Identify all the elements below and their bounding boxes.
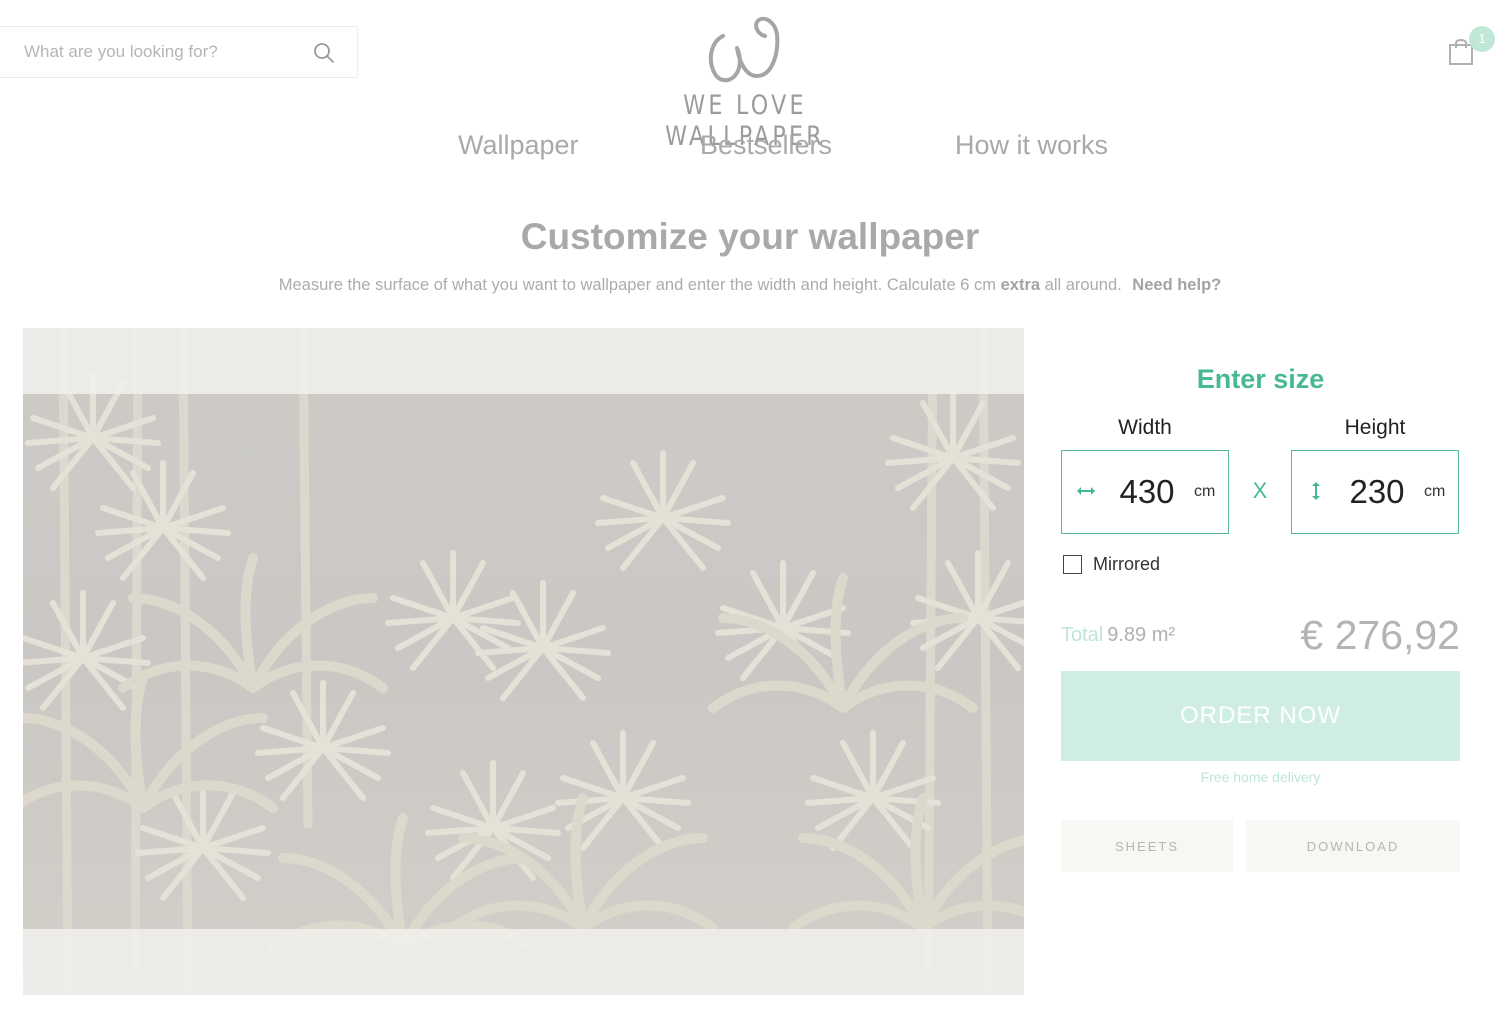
main-nav: Wallpaper Bestsellers How it works	[0, 128, 1500, 168]
nav-item-bestsellers[interactable]: Bestsellers	[700, 130, 832, 161]
horizontal-arrow-icon	[1074, 479, 1098, 503]
width-value[interactable]: 430	[1102, 473, 1192, 511]
download-button[interactable]: DOWNLOAD	[1246, 820, 1460, 872]
nav-item-wallpaper[interactable]: Wallpaper	[458, 130, 579, 161]
crop-overlay-bottom	[23, 929, 1024, 995]
width-field[interactable]: 430 cm	[1061, 450, 1229, 534]
search-icon[interactable]	[312, 41, 336, 65]
crop-overlay-top	[23, 328, 1024, 394]
width-label: Width	[1118, 416, 1172, 439]
delivery-note: Free home delivery	[1200, 769, 1321, 785]
search-bar	[0, 26, 358, 78]
height-unit: cm	[1424, 483, 1446, 500]
total-area-value: 9.89 m²	[1107, 624, 1176, 646]
subtitle-bold: extra	[1000, 276, 1041, 294]
enter-size-heading: Enter size	[1196, 364, 1325, 394]
mirrored-checkbox[interactable]	[1063, 555, 1082, 574]
vertical-arrow-icon	[1304, 479, 1328, 503]
sheets-button[interactable]: SHEETS	[1061, 820, 1233, 872]
height-value[interactable]: 230	[1332, 473, 1422, 511]
cart-button[interactable]: 1	[1446, 26, 1498, 70]
wallpaper-preview[interactable]	[23, 328, 1024, 995]
search-input[interactable]	[0, 27, 290, 77]
size-configurator: Enter size Width Height 430 cm X 230 cm …	[1061, 360, 1460, 880]
site-logo[interactable]: WE LOVE WALLPAPER	[610, 8, 880, 152]
price: € 276,92	[1300, 612, 1460, 658]
times-symbol: X	[1252, 478, 1268, 503]
need-help-link[interactable]: Need help?	[1132, 276, 1221, 294]
nav-item-how-it-works[interactable]: How it works	[955, 130, 1108, 161]
page-subtitle: Measure the surface of what you want to …	[0, 276, 1500, 295]
mirrored-label: Mirrored	[1093, 554, 1161, 574]
subtitle-text-2: all around.	[1040, 276, 1122, 294]
height-field[interactable]: 230 cm	[1291, 450, 1459, 534]
subtitle-text-1: Measure the surface of what you want to …	[278, 276, 1001, 294]
page-title: Customize your wallpaper	[520, 216, 980, 257]
cart-count-badge: 1	[1469, 26, 1495, 52]
total-label: Total	[1061, 624, 1104, 646]
height-label: Height	[1344, 416, 1406, 439]
logo-mark-icon	[708, 16, 780, 83]
order-now-button[interactable]: ORDER NOW	[1061, 671, 1460, 761]
width-unit: cm	[1194, 483, 1216, 500]
tropical-leaves-image	[23, 328, 1024, 995]
total-area: Total 9.89 m²	[1061, 624, 1175, 647]
